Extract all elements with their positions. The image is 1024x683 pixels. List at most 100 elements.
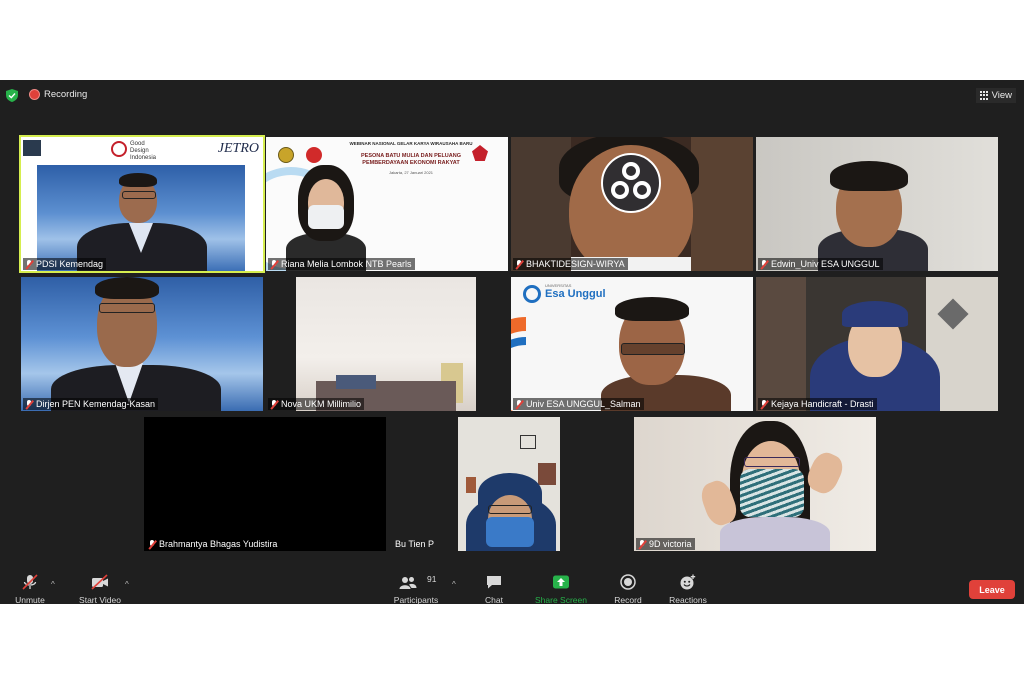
person-hair — [830, 161, 908, 191]
video-options-caret-icon[interactable]: ^ — [125, 580, 129, 589]
participant-name: BHAKTIDESIGN-WIRYA — [526, 259, 625, 269]
esa-unggul-logo-text: Esa Unggul — [545, 288, 606, 300]
person-glasses — [99, 303, 155, 313]
person-hair — [119, 173, 157, 187]
garuda-logo-icon — [278, 147, 294, 163]
participant-name-tag: PDSI Kemendag — [23, 258, 107, 270]
mic-muted-icon — [760, 399, 768, 409]
view-button[interactable]: View — [975, 88, 1016, 103]
face-mask — [308, 205, 344, 229]
share-screen-icon — [553, 575, 569, 589]
person-hair — [615, 297, 689, 321]
video-tile-brahmantya[interactable]: Brahmantya Bhagas Yudistira — [144, 417, 386, 551]
video-tile-bu-tien[interactable]: Bu Tien P — [389, 417, 631, 551]
leave-button[interactable]: Leave — [969, 580, 1015, 599]
video-tile-univ-esa-unggul-salman[interactable]: UNIVERSITAS Esa Unggul Univ ESA UNGGUL_S… — [511, 277, 753, 411]
hijab-top — [842, 301, 908, 327]
person-glasses — [488, 505, 532, 514]
background-wall — [691, 137, 753, 271]
face-mask — [740, 469, 804, 517]
background-object — [336, 375, 376, 389]
mic-muted-icon — [25, 399, 33, 409]
video-feed — [296, 277, 476, 411]
grid-view-icon — [979, 91, 989, 100]
participant-name-tag: Kejaya Handicraft - Drasti — [758, 398, 877, 410]
participant-name: Riana Melia Lombok NTB Pearls — [281, 259, 412, 269]
participant-name-tag: Univ ESA UNGGUL_Salman — [513, 398, 644, 410]
wall-frame — [520, 435, 536, 449]
record-icon — [620, 574, 636, 590]
chat-bubble-icon — [487, 576, 501, 589]
participant-name-tag: Riana Melia Lombok NTB Pearls — [268, 258, 415, 270]
wall-picture — [466, 477, 476, 493]
person-body — [720, 517, 830, 551]
participant-name-tag: Edwin_Univ ESA UNGGUL — [758, 258, 883, 270]
mic-muted-icon — [760, 259, 768, 269]
meeting-toolbar: Unmute ^ Start Video ^ 91 Participants ^ — [0, 570, 1024, 605]
video-tile-pdsi-kemendag[interactable]: Good Design Indonesia JETRO PDSI Kemenda… — [19, 135, 265, 273]
start-video-label: Start Video — [79, 595, 121, 605]
mic-muted-icon — [515, 399, 523, 409]
person-hair — [95, 277, 159, 299]
video-tile-riana-melia[interactable]: WEBINAR NASIONAL GELAR KARYA WIRAUSAHA B… — [266, 137, 508, 271]
top-bar: Recording View — [0, 80, 1024, 110]
mic-muted-icon — [638, 539, 646, 549]
participant-name-tag: 9D victoria — [636, 538, 695, 550]
mic-muted-icon — [515, 259, 523, 269]
participant-name: Bu Tien P — [395, 539, 435, 549]
participant-name: Kejaya Handicraft - Drasti — [771, 399, 874, 409]
mic-muted-icon — [270, 259, 278, 269]
participants-count: 91 — [427, 574, 437, 584]
wall-calendar — [538, 463, 556, 485]
banner-subtitle: PESONA BATU MULIA DAN PELUANG PEMBERDAYA… — [360, 153, 462, 166]
jetro-logo: JETRO — [217, 141, 259, 156]
participant-name-tag: Nova UKM Millimilio — [268, 398, 365, 410]
microphone-muted-icon — [22, 574, 38, 590]
participants-icon — [399, 577, 417, 589]
participant-name-tag: Dirjen PEN Kemendag-Kasan — [23, 398, 159, 410]
recording-label: Recording — [44, 89, 88, 100]
view-label: View — [991, 90, 1012, 101]
participant-name: Univ ESA UNGGUL_Salman — [526, 399, 641, 409]
video-feed — [458, 417, 560, 551]
person-glasses — [621, 343, 685, 355]
mic-muted-icon — [270, 399, 278, 409]
participant-name: Brahmantya Bhagas Yudistira — [159, 539, 278, 549]
esa-unggul-logo-icon — [523, 285, 541, 303]
video-tile-dirjen-pen[interactable]: Dirjen PEN Kemendag-Kasan — [21, 277, 263, 411]
video-tile-bhaktidesign[interactable]: BHAKTIDESIGN-WIRYA — [511, 137, 753, 271]
video-tile-kejaya-handicraft[interactable]: Kejaya Handicraft - Drasti — [756, 277, 998, 411]
reactions-label: Reactions — [669, 595, 707, 605]
video-tile-9d-victoria[interactable]: 9D victoria — [634, 417, 876, 551]
participant-name: Nova UKM Millimilio — [281, 399, 362, 409]
banner-date: Jakarta, 27 Januari 2021 — [388, 170, 434, 175]
good-design-logo-text: Good Design Indonesia — [130, 141, 157, 161]
recording-dot-icon — [30, 90, 39, 99]
security-shield-icon[interactable] — [6, 89, 18, 102]
mic-muted-icon — [148, 539, 156, 549]
audio-options-caret-icon[interactable]: ^ — [51, 580, 55, 589]
organizer-logo-icon — [306, 147, 322, 163]
participant-name: PDSI Kemendag — [36, 259, 104, 269]
video-feed — [37, 165, 245, 271]
participants-label: Participants — [393, 595, 439, 605]
person-glasses — [122, 191, 156, 199]
video-tile-nova-ukm[interactable]: Nova UKM Millimilio — [266, 277, 508, 411]
good-design-logo-icon — [111, 141, 127, 157]
face-mask — [486, 517, 534, 547]
participant-name: 9D victoria — [649, 539, 692, 549]
mic-muted-icon — [25, 259, 33, 269]
banner-title: WEBINAR NASIONAL GELAR KARYA WIRAUSAHA B… — [349, 141, 473, 146]
participant-name-tag: BHAKTIDESIGN-WIRYA — [513, 258, 628, 270]
participant-name: Dirjen PEN Kemendag-Kasan — [36, 399, 156, 409]
person-glasses — [744, 457, 800, 467]
participant-name-tag: Brahmantya Bhagas Yudistira — [146, 538, 281, 550]
ministry-logo-icon — [23, 140, 41, 156]
participants-button[interactable]: 91 Participants — [376, 570, 456, 605]
reactions-smiley-icon — [680, 574, 696, 590]
reactions-button[interactable]: Reactions — [648, 570, 728, 605]
participant-name-tag: Bu Tien P — [391, 538, 437, 550]
zoom-meeting-window: Recording View Good Design Indonesia JET… — [0, 80, 1024, 605]
video-tile-edwin[interactable]: Edwin_Univ ESA UNGGUL — [756, 137, 998, 271]
background-door — [756, 277, 806, 411]
